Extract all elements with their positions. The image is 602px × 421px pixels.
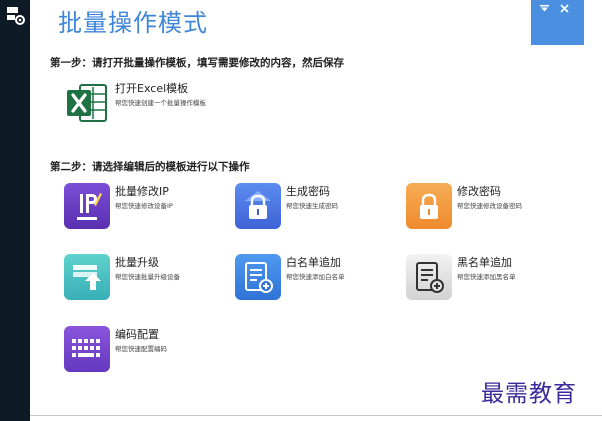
tool-name: 批量升级 [115,256,159,269]
tool-desc: 帮您快速添加白名单 [286,273,345,281]
tool-desc: 帮您快速生成密码 [286,202,338,210]
ip-edit-icon [64,183,110,229]
app-logo-icon[interactable] [5,5,26,27]
tool-name: 白名单追加 [286,256,341,269]
tool-desc: 帮您快速配置编码 [115,345,167,353]
tool-change-password[interactable]: 修改密码 帮您快速修改设备密码 [406,183,566,235]
sidebar [0,0,30,421]
keyboard-icon [64,326,110,372]
lock-icon [406,183,452,229]
tool-desc: 帮您快速修改设备密码 [457,202,522,210]
tool-batch-edit-ip[interactable]: 批量修改IP 帮您快速修改设备IP [64,183,224,235]
whitelist-icon [235,254,281,300]
tool-desc: 帮您快速添加黑名单 [457,273,516,281]
watermark: 最需教育 [481,381,577,407]
tool-desc: 帮您快速创建一个批量操作模板 [115,99,206,107]
tool-blacklist-append[interactable]: 黑名单追加 帮您快速添加黑名单 [406,254,566,306]
tool-desc: 帮您快速批量升级设备 [115,273,180,281]
minimize-button[interactable] [537,1,551,15]
tool-name: 生成密码 [286,185,330,198]
tool-open-excel-template[interactable]: 打开Excel模板 帮您快速创建一个批量操作模板 [64,80,224,132]
step2-title: 第二步：请选择编辑后的模板进行以下操作 [50,161,250,173]
tool-batch-upgrade[interactable]: 批量升级 帮您快速批量升级设备 [64,254,224,306]
tool-desc: 帮您快速修改设备IP [115,202,173,210]
tool-name: 编码配置 [115,328,159,341]
lock-icon [235,183,281,229]
tool-generate-password[interactable]: 生成密码 帮您快速生成密码 [235,183,395,235]
tool-name: 批量修改IP [115,185,169,198]
blacklist-icon [406,254,452,300]
excel-icon [64,80,110,126]
step1-title: 第一步：请打开批量操作模板，填写需要修改的内容，然后保存 [50,57,344,69]
tool-name: 打开Excel模板 [115,82,189,95]
tool-name: 黑名单追加 [457,256,512,269]
window-controls [531,0,584,45]
close-button[interactable] [557,1,571,15]
upgrade-icon [64,254,110,300]
page-title: 批量操作模式 [58,9,208,37]
tool-encoding-config[interactable]: 编码配置 帮您快速配置编码 [64,326,224,378]
tool-name: 修改密码 [457,185,501,198]
close-icon [559,3,569,13]
bottom-divider [30,415,602,416]
tool-whitelist-append[interactable]: 白名单追加 帮您快速添加白名单 [235,254,395,306]
minimize-icon [539,4,549,11]
